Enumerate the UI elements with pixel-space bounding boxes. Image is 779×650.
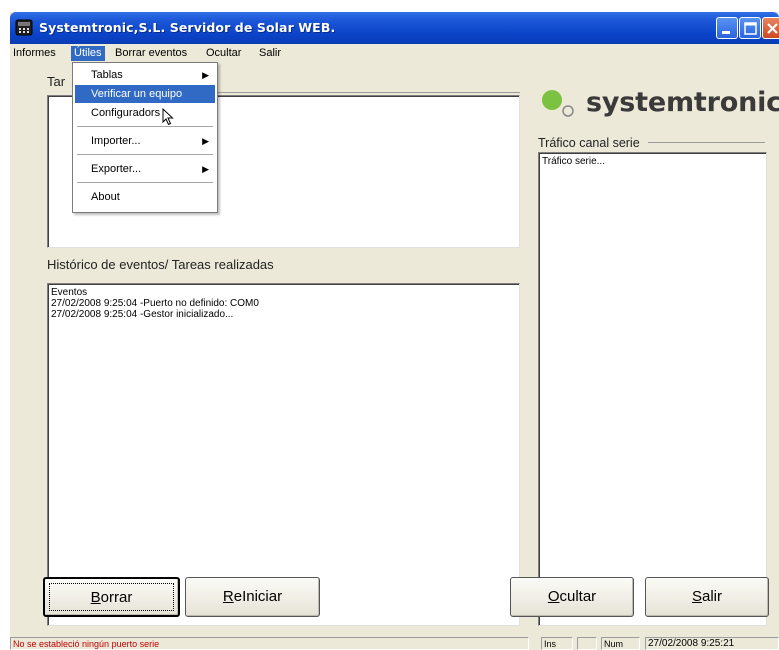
menu-item-verificar-equipo[interactable]: Verificar un equipo [75, 85, 215, 103]
groupbox-border [218, 92, 520, 93]
minimize-button[interactable] [716, 17, 738, 39]
status-num-indicator: Num [601, 637, 640, 650]
menu-item-label: Configuradors [91, 107, 161, 119]
tareas-group-label: Tar [47, 74, 66, 89]
groupbox-border [648, 142, 765, 143]
serial-traffic-textbox[interactable]: Tráfico serie... [538, 152, 767, 626]
log-line: 27/02/2008 9:25:04 -Puerto no definido: … [51, 298, 259, 309]
submenu-arrow-icon: ▶ [202, 164, 209, 174]
window-title: Systemtronic,S.L. Servidor de Solar WEB. [39, 20, 336, 35]
logo-dots-icon [542, 90, 574, 117]
status-datetime: 27/02/2008 9:25:21 [645, 637, 779, 650]
menu-item-label: Exporter... [91, 163, 142, 175]
logo-text: systemtronic [586, 87, 779, 118]
menu-separator [77, 182, 213, 183]
submenu-arrow-icon: ▶ [202, 70, 209, 80]
minimize-icon [722, 31, 730, 34]
menu-item-label: About [91, 191, 120, 203]
phone-app-icon [15, 19, 33, 36]
history-label: Histórico de eventos/ Tareas realizadas [47, 257, 274, 272]
menu-utiles[interactable]: Útiles [71, 46, 105, 61]
menu-item-importer[interactable]: Importer... ▶ [75, 132, 215, 150]
history-textbox[interactable]: Eventos 27/02/2008 9:25:04 -Puerto no de… [47, 283, 520, 626]
systemtronic-logo: systemtronic [538, 80, 779, 130]
serial-traffic-content: Tráfico serie... [542, 156, 605, 167]
button-label: Salir [691, 588, 723, 605]
menu-item-label: Importer... [91, 135, 141, 147]
status-message: No se estableció ningún puerto serie [10, 637, 529, 650]
button-label: ReIniciar [222, 588, 283, 605]
ocultar-button[interactable]: Ocultar [510, 577, 634, 617]
mouse-cursor-icon [162, 108, 174, 126]
button-label: Ocultar [547, 588, 597, 605]
title-bar[interactable]: Systemtronic,S.L. Servidor de Solar WEB. [10, 12, 779, 44]
close-icon [767, 23, 778, 34]
submenu-arrow-icon: ▶ [202, 136, 209, 146]
menu-item-exporter[interactable]: Exporter... ▶ [75, 160, 215, 178]
menu-item-configuradors[interactable]: Configuradors [75, 104, 215, 122]
maximize-icon [744, 22, 757, 35]
menu-salir[interactable]: Salir [256, 46, 284, 61]
utiles-dropdown-menu: Tablas ▶ Verificar un equipo Configurado… [72, 62, 218, 213]
focus-rectangle [49, 583, 174, 611]
menu-separator [77, 154, 213, 155]
status-bar: No se estableció ningún puerto serie Ins… [10, 637, 779, 650]
maximize-button[interactable] [739, 17, 761, 39]
menu-item-label: Tablas [91, 69, 123, 81]
serial-traffic-label: Tráfico canal serie [538, 136, 640, 150]
reiniciar-button[interactable]: ReIniciar [185, 577, 320, 617]
status-ins-indicator: Ins [541, 637, 573, 650]
app-window: Systemtronic,S.L. Servidor de Solar WEB.… [10, 12, 779, 650]
menu-item-tablas[interactable]: Tablas ▶ [75, 66, 215, 84]
status-empty-pane [577, 637, 597, 650]
log-line: Eventos [51, 287, 88, 298]
menu-item-label: Verificar un equipo [91, 88, 183, 100]
close-button[interactable] [762, 17, 779, 39]
menu-informes[interactable]: Informes [10, 46, 59, 61]
salir-button[interactable]: Salir [645, 577, 769, 617]
menu-borrar-eventos[interactable]: Borrar eventos [112, 46, 190, 61]
menu-separator [77, 126, 213, 127]
menu-bar: Informes Útiles Borrar eventos Ocultar S… [10, 44, 779, 62]
menu-ocultar[interactable]: Ocultar [203, 46, 244, 61]
menu-item-about[interactable]: About [75, 188, 215, 206]
log-line: 27/02/2008 9:25:04 -Gestor inicializado.… [51, 309, 234, 320]
borrar-button[interactable]: Borrar [43, 577, 180, 617]
